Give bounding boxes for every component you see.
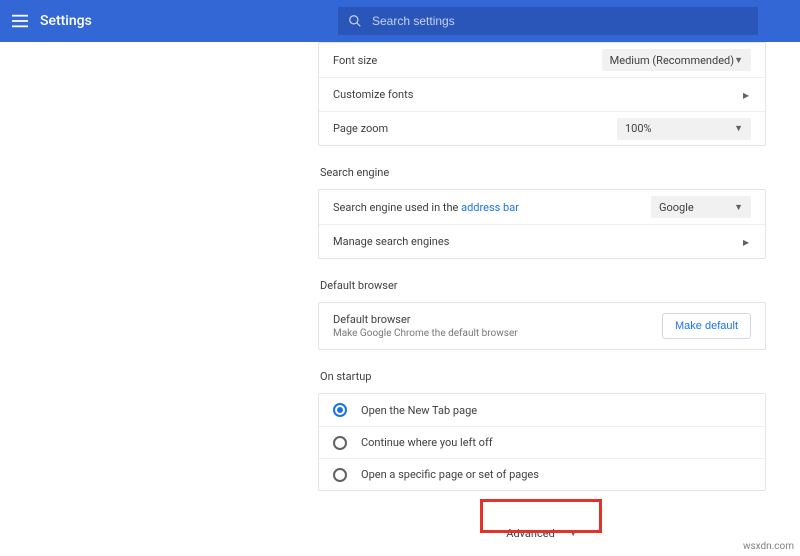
on-startup-title: On startup <box>320 370 766 383</box>
chevron-down-icon: ▼ <box>734 202 743 213</box>
radio-icon[interactable] <box>333 468 347 482</box>
search-engine-label: Search engine used in the address bar <box>333 201 651 214</box>
default-browser-row-sub: Make Google Chrome the default browser <box>333 328 650 339</box>
default-browser-row-title: Default browser <box>333 313 650 326</box>
chevron-down-icon: ▼ <box>734 123 743 134</box>
menu-icon[interactable] <box>12 14 28 28</box>
on-startup-card: Open the New Tab page Continue where you… <box>318 393 766 491</box>
settings-content: Font size Medium (Recommended) ▼ Customi… <box>318 42 766 548</box>
manage-search-engines-label: Manage search engines <box>333 235 743 248</box>
default-browser-row: Default browser Make Google Chrome the d… <box>319 303 765 349</box>
customize-fonts-row[interactable]: Customize fonts ▸ <box>319 77 765 111</box>
radio-icon[interactable] <box>333 436 347 450</box>
page-zoom-row[interactable]: Page zoom 100% ▼ <box>319 111 765 145</box>
search-settings-field[interactable] <box>338 7 758 35</box>
watermark: wsxdn.com <box>743 541 794 552</box>
startup-option-specific[interactable]: Open a specific page or set of pages <box>319 458 765 490</box>
chevron-down-icon: ▼ <box>734 55 743 66</box>
startup-option-continue[interactable]: Continue where you left off <box>319 426 765 458</box>
search-engine-dropdown[interactable]: Google ▼ <box>651 196 751 218</box>
page-zoom-label: Page zoom <box>333 122 617 135</box>
search-input[interactable] <box>372 14 748 28</box>
page-zoom-dropdown[interactable]: 100% ▼ <box>617 118 751 140</box>
customize-fonts-label: Customize fonts <box>333 88 743 101</box>
search-engine-card: Search engine used in the address bar Go… <box>318 189 766 259</box>
font-size-row[interactable]: Font size Medium (Recommended) ▼ <box>319 43 765 77</box>
chevron-right-icon: ▸ <box>743 235 751 249</box>
app-header: Settings <box>0 0 800 42</box>
search-icon <box>348 14 362 28</box>
startup-option-new-tab[interactable]: Open the New Tab page <box>319 394 765 426</box>
manage-search-engines-row[interactable]: Manage search engines ▸ <box>319 224 765 258</box>
chevron-down-icon: ▼ <box>569 528 578 539</box>
default-browser-card: Default browser Make Google Chrome the d… <box>318 302 766 350</box>
default-browser-title: Default browser <box>320 279 766 292</box>
address-bar-link[interactable]: address bar <box>461 201 519 214</box>
make-default-button[interactable]: Make default <box>662 313 751 339</box>
radio-icon[interactable] <box>333 403 347 417</box>
search-engine-row[interactable]: Search engine used in the address bar Go… <box>319 190 765 224</box>
advanced-button[interactable]: Advanced ▼ <box>488 519 595 548</box>
search-engine-title: Search engine <box>320 166 766 179</box>
font-size-label: Font size <box>333 54 602 67</box>
app-title: Settings <box>40 13 92 29</box>
chevron-right-icon: ▸ <box>743 88 751 102</box>
appearance-card: Font size Medium (Recommended) ▼ Customi… <box>318 42 766 146</box>
font-size-dropdown[interactable]: Medium (Recommended) ▼ <box>602 49 751 71</box>
